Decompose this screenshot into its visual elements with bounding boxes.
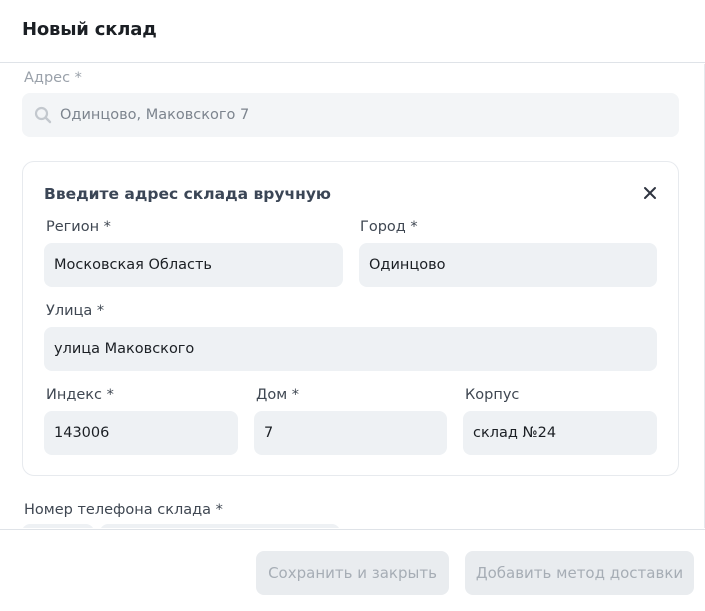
index-label: Индекс * — [46, 387, 114, 403]
building-field[interactable]: склад №24 — [463, 411, 657, 455]
street-field[interactable]: улица Маковского — [44, 327, 657, 371]
search-icon — [34, 106, 52, 124]
region-field[interactable]: Московская Область — [44, 243, 343, 287]
address-search-input[interactable]: Одинцово, Маковского 7 — [22, 93, 679, 137]
address-label: Адрес * — [24, 70, 82, 86]
city-label: Город * — [360, 219, 418, 235]
phone-country-code-select[interactable] — [22, 524, 94, 528]
region-label: Регион * — [46, 219, 111, 235]
index-field[interactable]: 143006 — [44, 411, 238, 455]
save-and-close-button[interactable]: Сохранить и закрыть — [256, 551, 449, 595]
house-label: Дом * — [256, 387, 299, 403]
house-field[interactable]: 7 — [254, 411, 447, 455]
phone-number-input[interactable] — [100, 524, 340, 528]
new-warehouse-modal: Новый склад Адрес * Одинцово, Маковского… — [0, 0, 705, 611]
page-title: Новый склад — [22, 19, 157, 40]
modal-footer: Сохранить и закрыть Добавить метод доста… — [0, 529, 705, 611]
manual-address-card: Введите адрес склада вручную Регион * Мо… — [22, 161, 679, 476]
modal-header: Новый склад — [0, 0, 705, 63]
city-field[interactable]: Одинцово — [359, 243, 657, 287]
street-label: Улица * — [46, 303, 105, 319]
phone-label: Номер телефона склада * — [24, 502, 223, 518]
close-icon[interactable] — [642, 185, 658, 201]
add-delivery-method-button[interactable]: Добавить метод доставки — [465, 551, 694, 595]
manual-address-title: Введите адрес склада вручную — [44, 185, 331, 203]
building-label: Корпус — [465, 387, 520, 403]
form-scroll-area[interactable]: Адрес * Одинцово, Маковского 7 Введите а… — [0, 64, 705, 528]
address-search-value: Одинцово, Маковского 7 — [60, 107, 250, 123]
